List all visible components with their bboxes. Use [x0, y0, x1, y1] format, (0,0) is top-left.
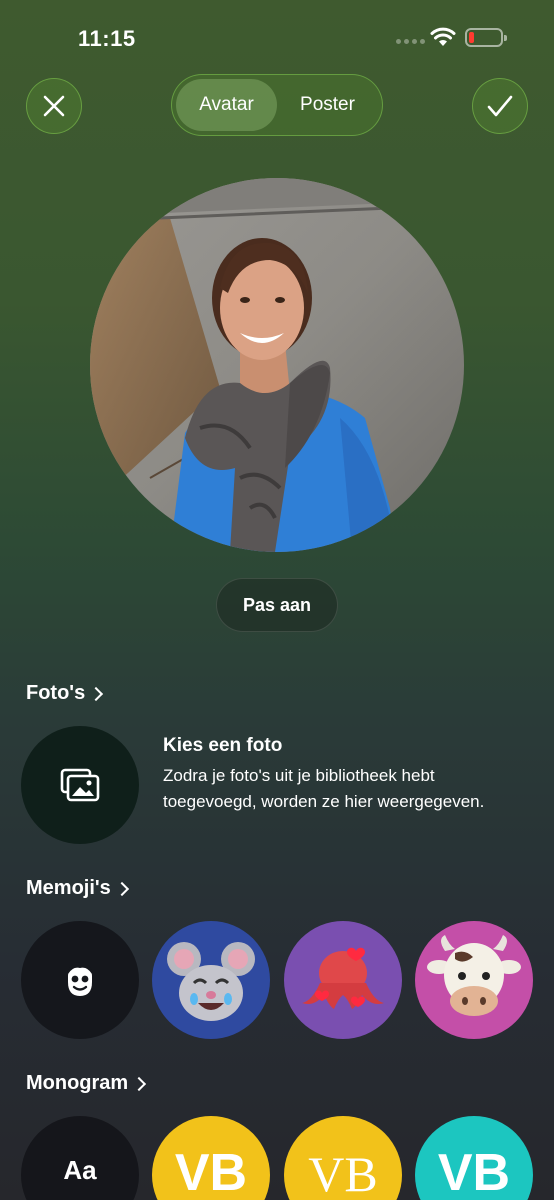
octopus-memoji-image	[302, 947, 384, 1009]
memoji-face-icon	[68, 962, 92, 996]
tab-poster[interactable]: Poster	[277, 79, 378, 131]
octopus-memoji[interactable]	[284, 921, 402, 1039]
monogram-yellow-bold[interactable]: VB	[152, 1116, 270, 1200]
cow-memoji-image	[427, 935, 521, 1016]
monogram-text-button[interactable]: Aa	[21, 1116, 139, 1200]
close-button[interactable]	[26, 78, 82, 134]
done-button[interactable]	[472, 78, 528, 134]
chevron-right-icon	[132, 1076, 147, 1091]
tab-avatar[interactable]: Avatar	[176, 79, 277, 131]
monogram-label: Aa	[63, 1154, 97, 1185]
avatar-poster-segmented-control: Avatar Poster	[171, 74, 383, 136]
cellular-signal-icon	[396, 39, 425, 44]
memoji-new-button[interactable]	[21, 921, 139, 1039]
memoji-section-header[interactable]: Memoji's	[26, 877, 129, 900]
chevron-right-icon	[89, 686, 104, 701]
status-time: 11:15	[78, 26, 136, 51]
status-bar: 11:15	[0, 0, 554, 70]
chevron-right-icon	[114, 881, 129, 896]
battery-level	[469, 32, 475, 43]
monogram-yellow-serif[interactable]: VB	[284, 1116, 402, 1200]
checkmark-icon	[487, 95, 513, 117]
avatar-photo[interactable]	[90, 178, 464, 552]
mouse-memoji[interactable]	[152, 921, 270, 1039]
choose-photo-info: Kies een foto Zodra je foto's uit je bib…	[163, 735, 523, 815]
adjust-button[interactable]: Pas aan	[216, 578, 338, 632]
choose-photo-title: Kies een foto	[163, 735, 283, 756]
wifi-icon	[430, 27, 456, 46]
choose-photo-button[interactable]	[21, 726, 139, 844]
choose-photo-description: Zodra je foto's uit je bibliotheek hebt …	[163, 766, 485, 811]
close-icon	[43, 95, 65, 117]
monogram-label: VB	[308, 1146, 378, 1200]
portrait-image	[90, 178, 464, 552]
monogram-section-header[interactable]: Monogram	[26, 1072, 147, 1095]
monogram-teal-bold[interactable]: VB	[415, 1116, 533, 1200]
monogram-section-title: Monogram	[26, 1072, 129, 1094]
photos-section-header[interactable]: Foto's	[26, 682, 104, 705]
mouse-memoji-image	[167, 942, 255, 1021]
cow-memoji[interactable]	[415, 921, 533, 1039]
photos-section-title: Foto's	[26, 682, 86, 704]
photo-library-icon	[60, 768, 100, 802]
monogram-label: VB	[437, 1144, 511, 1200]
battery-icon	[465, 28, 507, 47]
memoji-section-title: Memoji's	[26, 877, 111, 899]
monogram-label: VB	[174, 1144, 248, 1200]
